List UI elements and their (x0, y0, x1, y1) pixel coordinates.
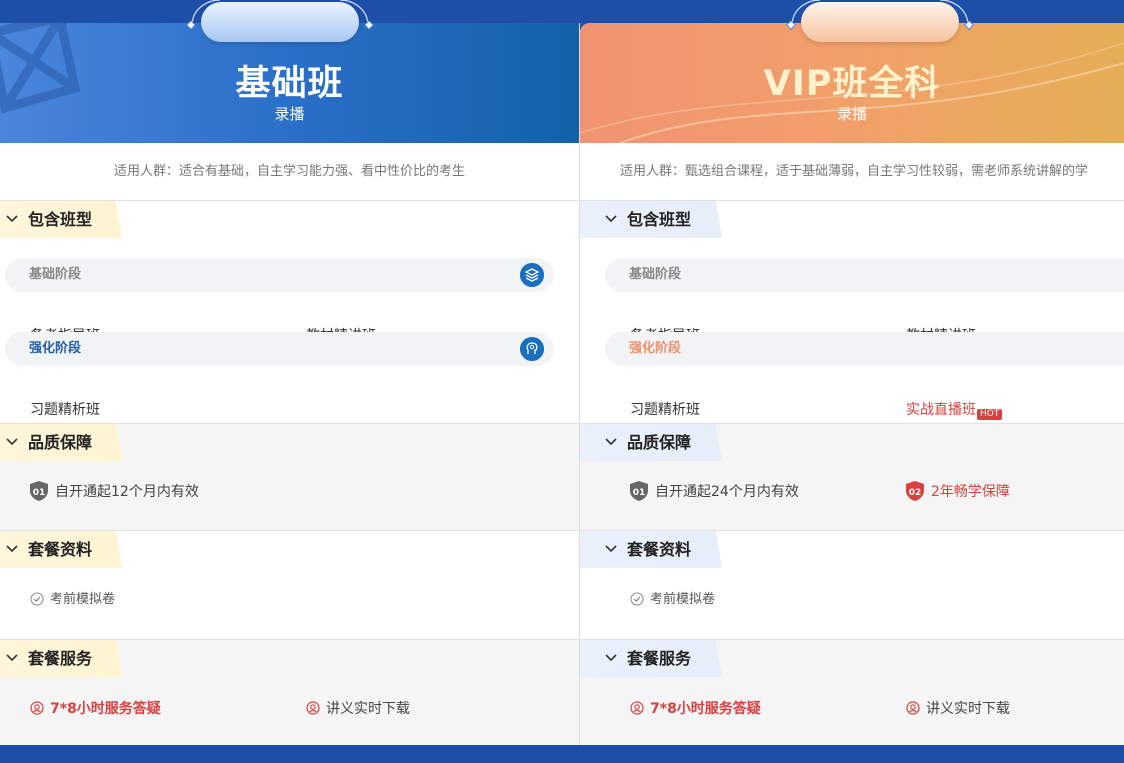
layers-icon (520, 263, 544, 287)
stage-label: 基础阶段 (29, 267, 82, 282)
guarantee-item: 01 自开通起12个月内有效 (30, 481, 199, 501)
support-icon (630, 701, 644, 715)
svg-text:01: 01 (633, 488, 646, 498)
plan-tab-basic[interactable] (201, 2, 359, 42)
material-item: 考前模拟卷 (630, 588, 715, 607)
plan-title: VIP班全科 (763, 64, 941, 104)
plan-subtitle: 录播 (274, 105, 305, 123)
stage-bar-basic: 基础阶段 (5, 258, 554, 292)
material-item: 考前模拟卷 (30, 588, 115, 607)
shield-icon: 02 (906, 481, 924, 501)
support-icon (30, 701, 44, 715)
brain-icon (520, 337, 544, 361)
bottom-band (0, 745, 1124, 763)
section-header-guarantee[interactable]: 品质保障 (580, 424, 722, 461)
section-header-materials[interactable]: 套餐资料 (580, 531, 722, 568)
guarantee-section: 品质保障 01 自开通起24个月内有效 02 2年畅学保障 (580, 423, 1124, 530)
chevron-down-icon (6, 545, 18, 553)
guarantee-text: 自开通起12个月内有效 (55, 484, 199, 500)
chevron-down-icon (605, 215, 617, 223)
audience-text: 适用人群：甄选组合课程，适于基础薄弱，自主学习性较弱，需老师系统讲解的学 (580, 143, 1124, 201)
support-icon (906, 701, 920, 715)
stage-bar-basic: 基础阶段 (605, 258, 1124, 292)
materials-section: 套餐资料 考前模拟卷 (580, 530, 1124, 640)
section-header-courses[interactable]: 包含班型 (0, 201, 122, 238)
guarantee-text: 自开通起24个月内有效 (655, 484, 799, 500)
materials-section: 套餐资料 考前模拟卷 (0, 530, 579, 640)
plan-title: 基础班 (235, 64, 344, 104)
services-section: 套餐服务 7*8小时服务答疑 讲义实时下载 (580, 639, 1124, 745)
support-icon (306, 701, 320, 715)
hot-badge: HOT (977, 409, 1003, 420)
svg-text:01: 01 (33, 488, 46, 498)
section-title: 品质保障 (627, 433, 692, 452)
plan-card-vip: VIP班全科 录播 适用人群：甄选组合课程，适于基础薄弱，自主学习性较弱，需老师… (580, 23, 1124, 745)
chevron-down-icon (6, 215, 18, 223)
courses-section: 包含班型 基础阶段 备考指导班 教材精讲班 强化阶段 习题精析班 实战直播班HO… (580, 201, 1124, 423)
courses-section: 包含班型 基础阶段 备考指导班 教材精讲班 强化阶段 习题精析班 (0, 201, 579, 423)
services-section: 套餐服务 7*8小时服务答疑 讲义实时下载 (0, 639, 579, 745)
section-header-courses[interactable]: 包含班型 (580, 201, 722, 238)
check-circle-icon (30, 592, 44, 606)
course-item[interactable]: 习题精析班 (30, 399, 100, 419)
stage-bar-intensive: 强化阶段 (5, 332, 554, 366)
section-title: 套餐服务 (28, 649, 93, 668)
shield-icon: 01 (630, 481, 648, 501)
section-header-materials[interactable]: 套餐资料 (0, 531, 122, 568)
section-title: 包含班型 (28, 210, 93, 229)
audience-text: 适用人群：适合有基础，自主学习能力强、看中性价比的考生 (0, 143, 579, 201)
course-item-live[interactable]: 实战直播班 HOT (906, 399, 1003, 420)
chevron-down-icon (6, 438, 18, 446)
service-item: 讲义实时下载 (906, 698, 1010, 718)
plan-subtitle: 录播 (836, 105, 867, 123)
guarantee-item: 02 2年畅学保障 (906, 481, 1010, 501)
chevron-down-icon (605, 545, 617, 553)
section-header-services[interactable]: 套餐服务 (0, 640, 122, 677)
guarantee-text: 2年畅学保障 (931, 484, 1010, 500)
stage-bar-intensive: 强化阶段 (605, 332, 1124, 366)
chevron-down-icon (6, 654, 18, 662)
stage-label: 基础阶段 (629, 267, 682, 282)
service-item: 7*8小时服务答疑 (30, 698, 161, 718)
stage-label: 强化阶段 (29, 341, 82, 356)
section-title: 套餐服务 (627, 649, 692, 668)
section-header-guarantee[interactable]: 品质保障 (0, 424, 122, 461)
section-title: 品质保障 (28, 433, 93, 452)
chevron-down-icon (605, 438, 617, 446)
svg-text:02: 02 (909, 488, 922, 498)
section-title: 套餐资料 (627, 540, 692, 559)
plan-card-basic: 基础班 录播 适用人群：适合有基础，自主学习能力强、看中性价比的考生 包含班型 … (0, 23, 580, 745)
chevron-down-icon (605, 654, 617, 662)
section-title: 套餐资料 (28, 540, 93, 559)
shield-icon: 01 (30, 481, 48, 501)
guarantee-item: 01 自开通起24个月内有效 (630, 481, 799, 501)
stage-label: 强化阶段 (629, 341, 682, 356)
guarantee-section: 品质保障 01 自开通起12个月内有效 (0, 423, 579, 530)
section-title: 包含班型 (627, 210, 692, 229)
service-item: 讲义实时下载 (306, 698, 410, 718)
service-item: 7*8小时服务答疑 (630, 698, 761, 718)
section-header-services[interactable]: 套餐服务 (580, 640, 722, 677)
plan-tab-vip[interactable] (801, 2, 959, 42)
course-item[interactable]: 习题精析班 (630, 399, 700, 419)
check-circle-icon (630, 592, 644, 606)
